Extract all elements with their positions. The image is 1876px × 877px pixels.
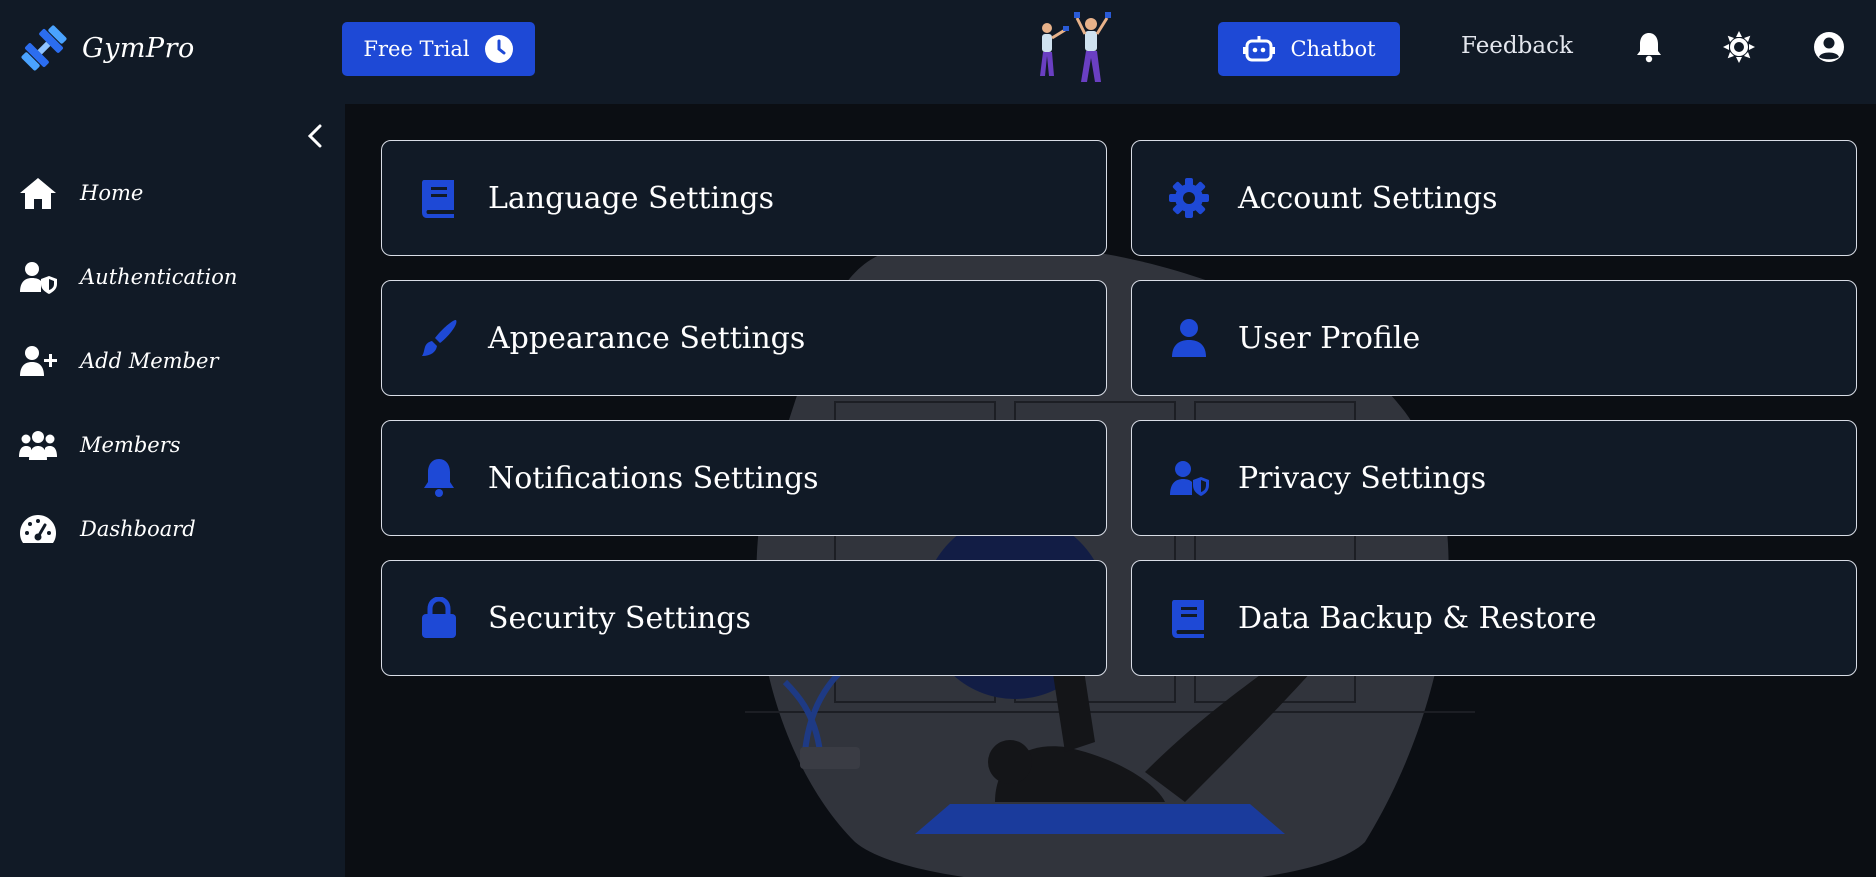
sidebar-item-home[interactable]: Home bbox=[18, 172, 143, 214]
clock-icon bbox=[484, 35, 513, 63]
card-label: Language Settings bbox=[488, 180, 774, 216]
app-name: GymPro bbox=[82, 32, 195, 64]
appearance-settings-card[interactable]: Appearance Settings bbox=[381, 280, 1107, 396]
book-icon bbox=[422, 180, 454, 218]
top-bar: GymPro Free Trial Chatbot Feedback bbox=[0, 0, 1876, 104]
language-settings-card[interactable]: Language Settings bbox=[381, 140, 1107, 256]
home-icon bbox=[20, 178, 56, 209]
card-label: Data Backup & Restore bbox=[1238, 600, 1597, 636]
account-settings-card[interactable]: Account Settings bbox=[1131, 140, 1857, 256]
sidebar: Home Authentication Add Member Members D… bbox=[0, 104, 345, 877]
card-label: Privacy Settings bbox=[1238, 460, 1487, 496]
paintbrush-icon bbox=[422, 319, 457, 356]
settings-content: Language Settings Account Settings Appea… bbox=[345, 104, 1876, 877]
user-shield-icon bbox=[20, 262, 57, 294]
free-trial-button[interactable]: Free Trial bbox=[342, 22, 535, 76]
bell-icon bbox=[424, 459, 454, 497]
sidebar-item-label: Home bbox=[80, 181, 144, 205]
user-profile-card[interactable]: User Profile bbox=[1131, 280, 1857, 396]
security-settings-card[interactable]: Security Settings bbox=[381, 560, 1107, 676]
sidebar-item-add-member[interactable]: Add Member bbox=[18, 340, 218, 382]
book-icon bbox=[1172, 600, 1204, 638]
user-circle-icon[interactable] bbox=[1812, 30, 1846, 64]
dumbbell-icon bbox=[21, 25, 67, 71]
sidebar-item-label: Add Member bbox=[80, 349, 219, 373]
card-label: Security Settings bbox=[488, 600, 751, 636]
gauge-icon bbox=[20, 515, 56, 543]
sun-icon[interactable] bbox=[1722, 30, 1756, 64]
card-label: Account Settings bbox=[1238, 180, 1498, 216]
card-label: Notifications Settings bbox=[488, 460, 819, 496]
notifications-settings-card[interactable]: Notifications Settings bbox=[381, 420, 1107, 536]
privacy-settings-card[interactable]: Privacy Settings bbox=[1131, 420, 1857, 536]
sidebar-item-dashboard[interactable]: Dashboard bbox=[18, 508, 196, 550]
dancing-figures-illustration bbox=[1040, 12, 1111, 82]
card-label: Appearance Settings bbox=[488, 320, 806, 356]
gear-icon bbox=[1169, 178, 1209, 218]
bell-icon[interactable] bbox=[1632, 30, 1666, 64]
user-shield-icon bbox=[1170, 461, 1209, 496]
feedback-link[interactable]: Feedback bbox=[1461, 33, 1573, 59]
users-icon bbox=[19, 431, 57, 460]
sidebar-item-members[interactable]: Members bbox=[18, 424, 181, 466]
data-backup-restore-card[interactable]: Data Backup & Restore bbox=[1131, 560, 1857, 676]
sidebar-item-label: Authentication bbox=[80, 265, 238, 289]
app-logo[interactable]: GymPro bbox=[18, 22, 195, 74]
chevron-left-icon[interactable] bbox=[302, 120, 328, 152]
lock-icon bbox=[422, 597, 456, 638]
card-label: User Profile bbox=[1238, 320, 1421, 356]
user-icon bbox=[1172, 319, 1206, 357]
free-trial-label: Free Trial bbox=[363, 37, 470, 61]
user-plus-icon bbox=[20, 346, 57, 376]
chatbot-button[interactable]: Chatbot bbox=[1218, 22, 1400, 76]
sidebar-item-label: Members bbox=[80, 433, 181, 457]
robot-icon bbox=[1243, 36, 1276, 62]
sidebar-item-label: Dashboard bbox=[80, 517, 196, 541]
sidebar-item-authentication[interactable]: Authentication bbox=[18, 256, 237, 298]
chatbot-label: Chatbot bbox=[1290, 37, 1376, 61]
